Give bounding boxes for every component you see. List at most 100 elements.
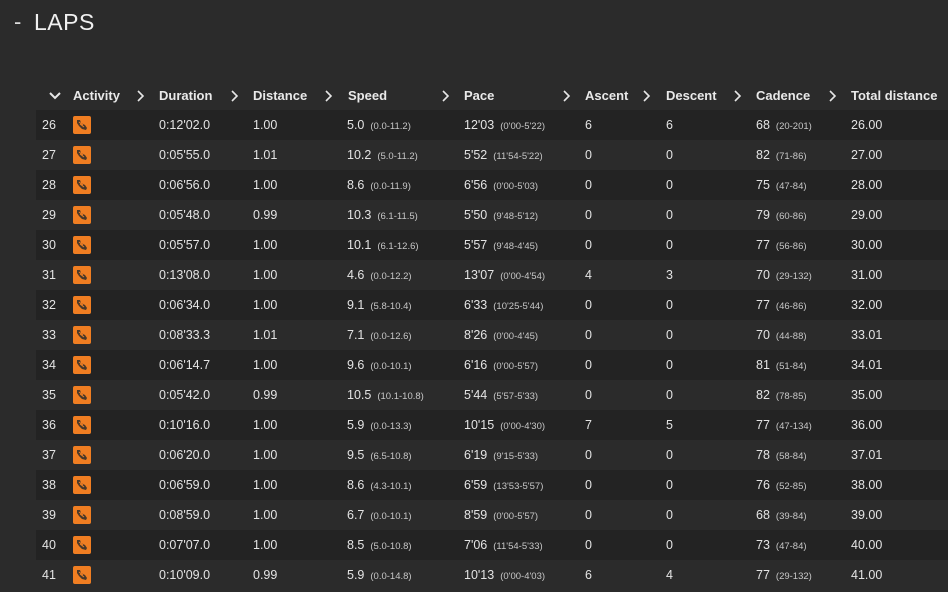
running-shoe-icon[interactable] xyxy=(73,326,91,344)
lap-distance: 0.99 xyxy=(253,388,278,402)
section-title: LAPS xyxy=(34,8,95,35)
running-shoe-icon[interactable] xyxy=(73,116,91,134)
column-chevron-right-icon[interactable] xyxy=(136,86,146,106)
column-header-duration[interactable]: Duration xyxy=(159,86,212,106)
lap-pace-range: (9'15-5'33) xyxy=(493,451,539,462)
lap-speed-value: 7.1 xyxy=(347,328,365,342)
table-row[interactable]: 27 0:05'55.0 1.01 10.2 (5.0-11.2) 5'52 (11'54-… xyxy=(36,140,948,170)
lap-duration: 0:10'16.0 xyxy=(159,418,211,432)
lap-total-distance: 39.00 xyxy=(851,508,883,522)
table-row[interactable]: 34 0:06'14.7 1.00 9.6 (0.0-10.1) 6'16 (0'00-5'… xyxy=(36,350,948,380)
column-chevron-right-icon[interactable] xyxy=(230,86,240,106)
table-row[interactable]: 37 0:06'20.0 1.00 9.5 (6.5-10.8) 6'19 (9'15-5'… xyxy=(36,440,948,470)
table-row[interactable]: 28 0:06'56.0 1.00 8.6 (0.0-11.9) 6'56 (0'00-5'… xyxy=(36,170,948,200)
lap-pace: 6'16 (0'00-5'57) xyxy=(464,350,538,380)
table-row[interactable]: 36 0:10'16.0 1.00 5.9 (0.0-13.3) 10'15 (0'00-4… xyxy=(36,410,948,440)
lap-cadence-range: (20-201) xyxy=(775,121,812,132)
column-chevron-right-icon[interactable] xyxy=(441,86,451,106)
running-shoe-icon[interactable] xyxy=(73,296,91,314)
table-row[interactable]: 41 0:10'09.0 0.99 5.9 (0.0-14.8) 10'13 (0'00-4… xyxy=(36,560,948,590)
table-row[interactable]: 30 0:05'57.0 1.00 10.1 (6.1-12.6) 5'57 (9'48-4… xyxy=(36,230,948,260)
table-row[interactable]: 33 0:08'33.3 1.01 7.1 (0.0-12.6) 8'26 (0'00-4'… xyxy=(36,320,948,350)
table-row[interactable]: 32 0:06'34.0 1.00 9.1 (5.8-10.4) 6'33 (10'25-5… xyxy=(36,290,948,320)
column-header-distance[interactable]: Distance xyxy=(253,86,307,106)
column-header-pace[interactable]: Pace xyxy=(464,86,494,106)
lap-speed-range: (5.0-11.2) xyxy=(377,151,418,162)
lap-ascent: 0 xyxy=(585,508,592,522)
running-shoe-icon[interactable] xyxy=(73,206,91,224)
lap-total-distance: 29.00 xyxy=(851,208,883,222)
column-header-descent[interactable]: Descent xyxy=(666,86,717,106)
running-shoe-icon[interactable] xyxy=(73,176,91,194)
lap-distance: 1.00 xyxy=(253,118,278,132)
running-shoe-icon[interactable] xyxy=(73,566,91,584)
running-shoe-icon[interactable] xyxy=(73,476,91,494)
column-chevron-right-icon[interactable] xyxy=(562,86,572,106)
lap-speed-range: (6.1-12.6) xyxy=(377,241,419,252)
lap-distance: 0.99 xyxy=(253,568,278,582)
running-shoe-icon[interactable] xyxy=(73,266,91,284)
running-shoe-icon[interactable] xyxy=(73,506,91,524)
lap-descent: 5 xyxy=(666,418,673,432)
column-chevron-right-icon[interactable] xyxy=(733,86,743,106)
column-header-cadence[interactable]: Cadence xyxy=(756,86,810,106)
lap-distance: 1.00 xyxy=(253,448,278,462)
lap-speed-value: 5.9 xyxy=(347,418,365,432)
laps-section-header: - LAPS xyxy=(14,6,95,38)
column-header-total-distance[interactable]: Total distance xyxy=(851,86,937,106)
lap-pace-range: (0'00-4'30) xyxy=(500,421,546,432)
lap-pace-value: 5'52 xyxy=(464,148,488,162)
lap-cadence-range: (51-84) xyxy=(775,361,807,372)
lap-number: 27 xyxy=(42,148,56,162)
running-shoe-icon[interactable] xyxy=(73,416,91,434)
lap-descent: 0 xyxy=(666,388,673,402)
lap-speed-value: 8.6 xyxy=(347,178,365,192)
running-shoe-icon[interactable] xyxy=(73,446,91,464)
column-chevron-right-icon[interactable] xyxy=(828,86,838,106)
lap-ascent: 0 xyxy=(585,388,592,402)
lap-cadence: 81 (51-84) xyxy=(756,350,807,380)
lap-pace: 12'03 (0'00-5'22) xyxy=(464,110,545,140)
lap-cadence-value: 77 xyxy=(756,238,770,252)
column-header-speed[interactable]: Speed xyxy=(348,86,387,106)
lap-speed: 10.1 (6.1-12.6) xyxy=(347,230,419,260)
table-row[interactable]: 35 0:05'42.0 0.99 10.5 (10.1-10.8) 5'44 (5'57-… xyxy=(36,380,948,410)
lap-speed: 8.5 (5.0-10.8) xyxy=(347,530,412,560)
running-shoe-icon[interactable] xyxy=(73,236,91,254)
lap-cadence-range: (29-132) xyxy=(775,571,812,582)
lap-pace: 5'57 (9'48-4'45) xyxy=(464,230,538,260)
lap-total-distance: 32.00 xyxy=(851,298,883,312)
running-shoe-icon[interactable] xyxy=(73,356,91,374)
lap-ascent: 0 xyxy=(585,178,592,192)
running-shoe-icon[interactable] xyxy=(73,536,91,554)
lap-ascent: 0 xyxy=(585,148,592,162)
lap-pace-value: 8'26 xyxy=(464,328,488,342)
collapse-toggle[interactable]: - xyxy=(14,11,32,33)
lap-duration: 0:08'59.0 xyxy=(159,508,211,522)
lap-cadence-value: 77 xyxy=(756,418,770,432)
running-shoe-icon[interactable] xyxy=(73,146,91,164)
table-row[interactable]: 29 0:05'48.0 0.99 10.3 (6.1-11.5) 5'50 (9'48-5… xyxy=(36,200,948,230)
table-row[interactable]: 26 0:12'02.0 1.00 5.0 (0.0-11.2) 12'03 (0'00-5… xyxy=(36,110,948,140)
column-header-ascent[interactable]: Ascent xyxy=(585,86,628,106)
table-row[interactable]: 31 0:13'08.0 1.00 4.6 (0.0-12.2) 13'07 (0'00-4… xyxy=(36,260,948,290)
lap-pace-value: 6'16 xyxy=(464,358,488,372)
lap-pace: 5'50 (9'48-5'12) xyxy=(464,200,538,230)
lap-speed-range: (5.8-10.4) xyxy=(370,301,412,312)
lap-pace-range: (0'00-5'03) xyxy=(493,181,539,192)
sort-chevron-down-icon[interactable] xyxy=(48,86,62,106)
column-chevron-right-icon[interactable] xyxy=(642,86,652,106)
lap-pace-range: (0'00-5'57) xyxy=(493,511,539,522)
lap-descent: 0 xyxy=(666,298,673,312)
column-chevron-right-icon[interactable] xyxy=(324,86,334,106)
lap-cadence-range: (52-85) xyxy=(775,481,807,492)
column-header-activity[interactable]: Activity xyxy=(73,86,120,106)
lap-descent: 4 xyxy=(666,568,673,582)
lap-cadence-value: 82 xyxy=(756,388,770,402)
table-row[interactable]: 40 0:07'07.0 1.00 8.5 (5.0-10.8) 7'06 (11'54-5… xyxy=(36,530,948,560)
lap-descent: 6 xyxy=(666,118,673,132)
running-shoe-icon[interactable] xyxy=(73,386,91,404)
table-row[interactable]: 39 0:08'59.0 1.00 6.7 (0.0-10.1) 8'59 (0'00-5'… xyxy=(36,500,948,530)
table-row[interactable]: 38 0:06'59.0 1.00 8.6 (4.3-10.1) 6'59 (13'53-5… xyxy=(36,470,948,500)
lap-pace-value: 5'44 xyxy=(464,388,488,402)
